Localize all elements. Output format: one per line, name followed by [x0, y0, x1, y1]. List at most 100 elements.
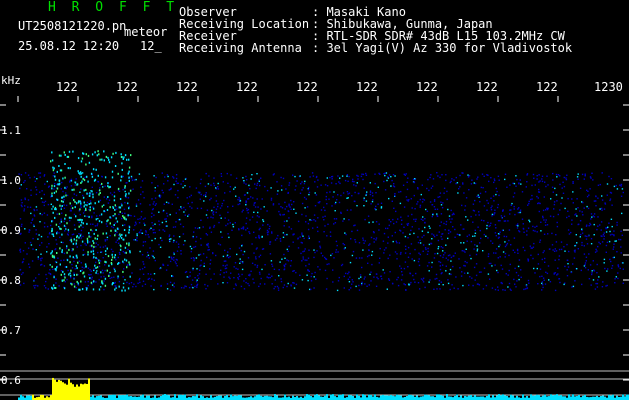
amplitude-bar — [310, 395, 312, 400]
noise-pixel — [27, 247, 30, 249]
noise-pixel — [554, 259, 556, 261]
noise-pixel — [172, 275, 174, 278]
noise-pixel — [107, 202, 110, 204]
noise-pixel — [383, 180, 385, 183]
noise-pixel — [609, 230, 611, 233]
noise-pixel — [103, 280, 105, 282]
noise-pixel — [504, 245, 507, 248]
noise-pixel — [497, 257, 499, 259]
noise-pixel — [231, 229, 233, 231]
noise-pixel — [288, 205, 290, 207]
amplitude-bar — [318, 395, 320, 400]
noise-pixel — [234, 283, 237, 285]
noise-pixel — [415, 272, 417, 275]
noise-pixel — [61, 181, 63, 184]
noise-pixel — [283, 220, 286, 223]
meteor-pixel — [69, 274, 72, 277]
noise-pixel — [290, 228, 293, 230]
noise-pixel — [579, 187, 582, 189]
noise-pixel — [487, 255, 490, 258]
noise-pixel — [117, 234, 120, 236]
noise-pixel — [436, 208, 439, 210]
noise-pixel — [222, 264, 224, 267]
noise-pixel — [347, 278, 350, 280]
noise-pixel — [350, 287, 352, 289]
noise-pixel — [526, 287, 529, 289]
meteor-pixel — [52, 166, 54, 169]
noise-pixel — [450, 221, 452, 223]
noise-pixel — [279, 261, 281, 263]
noise-pixel — [45, 280, 47, 283]
meteor-pixel — [67, 228, 70, 231]
noise-pixel — [40, 264, 42, 266]
noise-pixel — [555, 194, 558, 196]
noise-pixel — [261, 198, 263, 200]
noise-pixel — [440, 281, 442, 283]
noise-pixel — [391, 179, 393, 182]
noise-pixel — [314, 181, 316, 183]
noise-pixel — [319, 268, 321, 271]
noise-pixel — [579, 210, 581, 212]
noise-pixel — [133, 283, 135, 285]
amplitude-bar — [544, 394, 546, 400]
noise-pixel — [499, 256, 501, 258]
noise-pixel — [337, 194, 339, 196]
noise-pixel — [584, 174, 586, 177]
noise-pixel — [498, 179, 500, 181]
noise-pixel — [261, 248, 264, 250]
noise-pixel — [502, 289, 504, 291]
amplitude-bar — [480, 396, 482, 400]
noise-pixel — [318, 241, 321, 243]
noise-pixel — [158, 194, 161, 196]
x-tick-label: 122 — [416, 80, 438, 94]
noise-pixel — [538, 188, 540, 191]
noise-pixel — [480, 186, 482, 189]
noise-pixel — [285, 263, 287, 265]
noise-pixel — [132, 286, 134, 288]
noise-pixel — [345, 272, 347, 275]
noise-pixel — [408, 199, 410, 201]
meteor-pixel — [128, 242, 130, 245]
meteor-pixel — [94, 237, 96, 240]
noise-pixel — [175, 174, 178, 176]
noise-pixel — [168, 202, 170, 204]
noise-pixel — [303, 196, 306, 199]
noise-pixel — [482, 288, 485, 290]
noise-pixel — [50, 224, 52, 227]
noise-pixel — [567, 210, 569, 212]
noise-pixel — [233, 266, 235, 268]
amplitude-bar — [64, 383, 66, 400]
noise-pixel — [555, 241, 558, 243]
noise-pixel — [571, 286, 573, 288]
amplitude-bar — [296, 396, 298, 400]
noise-pixel — [154, 197, 157, 199]
noise-pixel — [207, 285, 209, 287]
noise-pixel — [436, 277, 438, 280]
noise-pixel — [606, 284, 608, 287]
noise-pixel — [517, 211, 520, 214]
noise-pixel — [491, 265, 493, 267]
noise-pixel — [182, 233, 185, 235]
noise-pixel — [306, 274, 308, 276]
noise-pixel — [237, 278, 240, 280]
noise-pixel — [439, 288, 441, 290]
noise-pixel — [162, 263, 164, 266]
noise-pixel — [362, 249, 364, 251]
noise-pixel — [440, 204, 443, 206]
meteor-pixel — [51, 187, 53, 190]
noise-pixel — [192, 267, 194, 270]
noise-pixel — [239, 203, 241, 205]
noise-pixel — [19, 269, 21, 271]
noise-pixel — [509, 209, 511, 211]
noise-pixel — [195, 187, 198, 189]
amplitude-bar — [558, 395, 560, 400]
noise-pixel — [318, 202, 320, 204]
noise-pixel — [134, 224, 136, 227]
amplitude-bar — [552, 395, 554, 400]
noise-pixel — [601, 209, 603, 211]
meteor-pixel — [129, 263, 131, 266]
noise-pixel — [127, 197, 130, 199]
noise-pixel — [247, 257, 250, 259]
noise-pixel — [264, 185, 266, 188]
x-tick-label: 122 — [476, 80, 498, 94]
